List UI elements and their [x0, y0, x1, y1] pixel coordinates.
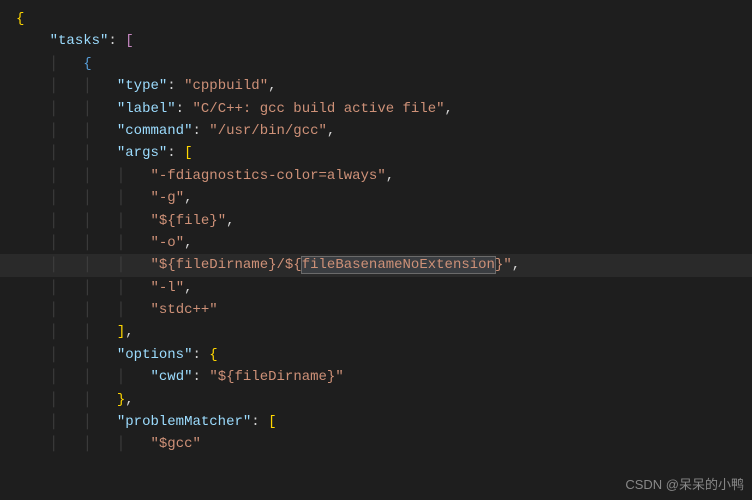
json-key: "options"	[117, 347, 193, 363]
json-key: "tasks"	[50, 33, 109, 49]
code-line[interactable]: │ │ },	[0, 389, 752, 411]
code-line[interactable]: │ │ │ "stdc++"	[0, 299, 752, 321]
open-bracket: [	[268, 414, 276, 430]
json-value: "-fdiagnostics-color=always"	[150, 168, 385, 184]
code-line[interactable]: │ │ │ "-fdiagnostics-color=always",	[0, 165, 752, 187]
code-line[interactable]: │ │ │ "-g",	[0, 187, 752, 209]
json-value: "stdc++"	[150, 302, 217, 318]
json-key: "label"	[117, 101, 176, 117]
code-line[interactable]: │ │ ],	[0, 321, 752, 343]
open-bracket: [	[184, 145, 192, 161]
close-brace: }	[117, 392, 125, 408]
code-line[interactable]: │ │ "type": "cppbuild",	[0, 75, 752, 97]
code-line[interactable]: "tasks": [	[0, 30, 752, 52]
open-brace: {	[83, 56, 91, 72]
open-bracket: [	[125, 33, 133, 49]
json-value: "C/C++: gcc build active file"	[192, 101, 444, 117]
open-brace: {	[16, 11, 24, 27]
code-line[interactable]: │ │ "command": "/usr/bin/gcc",	[0, 120, 752, 142]
json-key: "command"	[117, 123, 193, 139]
json-value: "/usr/bin/gcc"	[209, 123, 327, 139]
json-value: "cppbuild"	[184, 78, 268, 94]
code-line[interactable]: {	[0, 8, 752, 30]
json-key: "type"	[117, 78, 167, 94]
close-bracket: ]	[117, 324, 125, 340]
code-line[interactable]: │ │ "args": [	[0, 142, 752, 164]
code-line[interactable]: │ │ "problemMatcher": [	[0, 411, 752, 433]
code-line[interactable]: │ │ │ "cwd": "${fileDirname}"	[0, 366, 752, 388]
code-line[interactable]: │ │ │ "${file}",	[0, 210, 752, 232]
json-key: "cwd"	[150, 369, 192, 385]
json-value: "${fileDirname}"	[209, 369, 343, 385]
json-value: "${file}"	[150, 213, 226, 229]
selected-text: fileBasenameNoExtension	[302, 257, 495, 273]
colon: :	[108, 33, 125, 49]
code-line[interactable]: │ │ │ "$gcc"	[0, 433, 752, 455]
code-line[interactable]: │ │ │ "-o",	[0, 232, 752, 254]
code-line[interactable]: │ {	[0, 53, 752, 75]
code-line[interactable]: │ │ │ "${fileDirname}/${fileBasenameNoEx…	[0, 254, 752, 276]
json-value-post: }"	[495, 257, 512, 273]
json-value: "$gcc"	[150, 436, 200, 452]
code-line[interactable]: │ │ │ "-l",	[0, 277, 752, 299]
code-editor[interactable]: { "tasks": [ │ { │ │ "type": "cppbuild",…	[0, 0, 752, 464]
json-value-pre: "${fileDirname}/${	[150, 257, 301, 273]
code-line[interactable]: │ │ "label": "C/C++: gcc build active fi…	[0, 98, 752, 120]
json-key: "problemMatcher"	[117, 414, 251, 430]
json-value: "-l"	[150, 280, 184, 296]
open-brace: {	[209, 347, 217, 363]
code-line[interactable]: │ │ "options": {	[0, 344, 752, 366]
json-value: "-g"	[150, 190, 184, 206]
watermark: CSDN @呆呆的小鸭	[625, 475, 744, 496]
json-value: "-o"	[150, 235, 184, 251]
json-key: "args"	[117, 145, 167, 161]
